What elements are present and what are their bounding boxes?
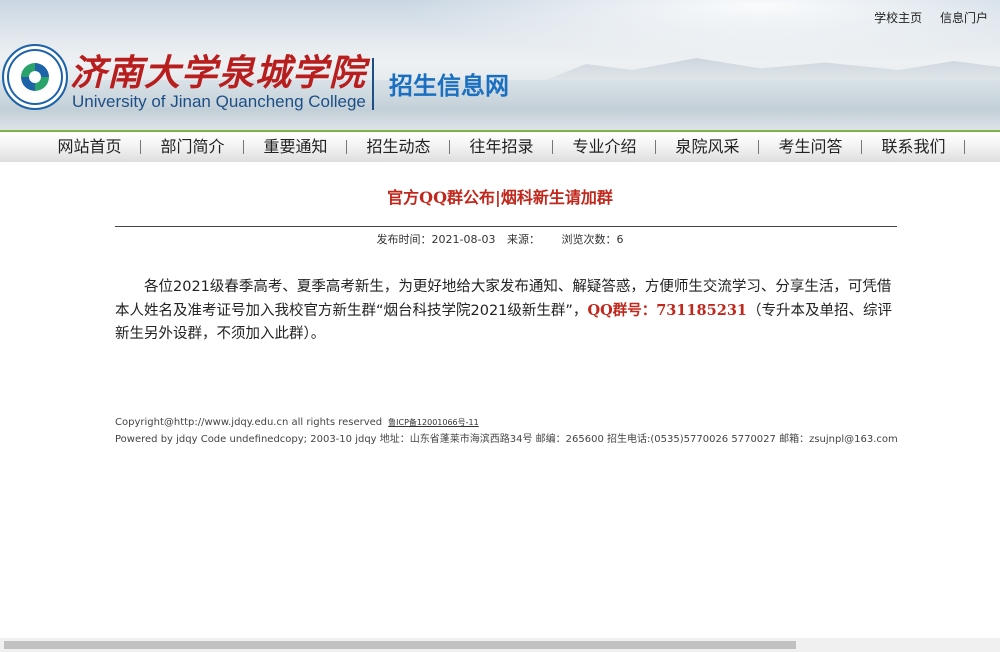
page-footer: Copyright@http://www.jdqy.edu.cn all rig… [115,414,898,448]
nav-item-notices[interactable]: 重要通知 [244,132,347,162]
meta-date-label: 发布时间： [376,233,432,246]
title-divider [115,226,897,227]
meta-source: 来源： [507,233,540,246]
nav-item-campus-style[interactable]: 泉院风采 [656,132,759,162]
main-nav: 网站首页 部门简介 重要通知 招生动态 往年招录 专业介绍 泉院风采 考生问答 … [0,130,1000,162]
footer-copyright: Copyright@http://www.jdqy.edu.cn all rig… [115,417,383,428]
meta-views-label: 浏览次数： [561,233,617,246]
site-name: 招生信息网 [389,72,509,100]
nav-item-faq[interactable]: 考生问答 [759,132,862,162]
school-name-en: University of Jinan Quancheng College [72,92,366,111]
logo-core [29,71,41,83]
school-logo-icon[interactable] [2,44,68,110]
scrollbar-thumb[interactable] [4,641,796,649]
article-body: 各位2021级春季高考、夏季高考新生，为更好地给大家发布通知、解疑答惑，方便师生… [115,276,900,346]
meta-source-label: 来源： [506,233,540,246]
nav-item-admission-news[interactable]: 招生动态 [347,132,450,162]
meta-date: 发布时间：2021-08-03 [377,233,496,246]
footer-line-2: Powered by jdqy Code undefinedcopy; 2003… [115,434,898,445]
link-info-portal[interactable]: 信息门户 [940,11,988,25]
meta-date-value: 2021-08-03 [431,233,496,246]
nav-item-past-admissions[interactable]: 往年招录 [450,132,553,162]
nav-item-contact[interactable]: 联系我们 [862,132,965,162]
header-divider [372,58,374,110]
horizontal-scrollbar[interactable] [0,638,1000,652]
article-title: 官方QQ群公布|烟科新生请加群 [387,188,613,207]
link-school-home[interactable]: 学校主页 [874,11,922,25]
nav-item-majors[interactable]: 专业介绍 [553,132,656,162]
meta-views: 浏览次数：6 [561,233,623,246]
header-banner: 济南大学泉城学院 University of Jinan Quancheng C… [0,0,1000,130]
nav-item-departments[interactable]: 部门简介 [141,132,244,162]
nav-item-home[interactable]: 网站首页 [38,132,141,162]
top-links: 学校主页 信息门户 [860,9,988,26]
footer-line-1: Copyright@http://www.jdqy.edu.cn all rig… [115,414,898,431]
article-meta: 发布时间：2021-08-03 来源： 浏览次数：6 [100,231,900,247]
meta-views-value: 6 [616,233,624,246]
footer-icp-link[interactable]: 鲁ICP备12001066号-11 [388,418,479,427]
qq-group-number: QQ群号：731185231 [587,302,748,319]
school-name-cn: 济南大学泉城学院 [70,52,367,94]
